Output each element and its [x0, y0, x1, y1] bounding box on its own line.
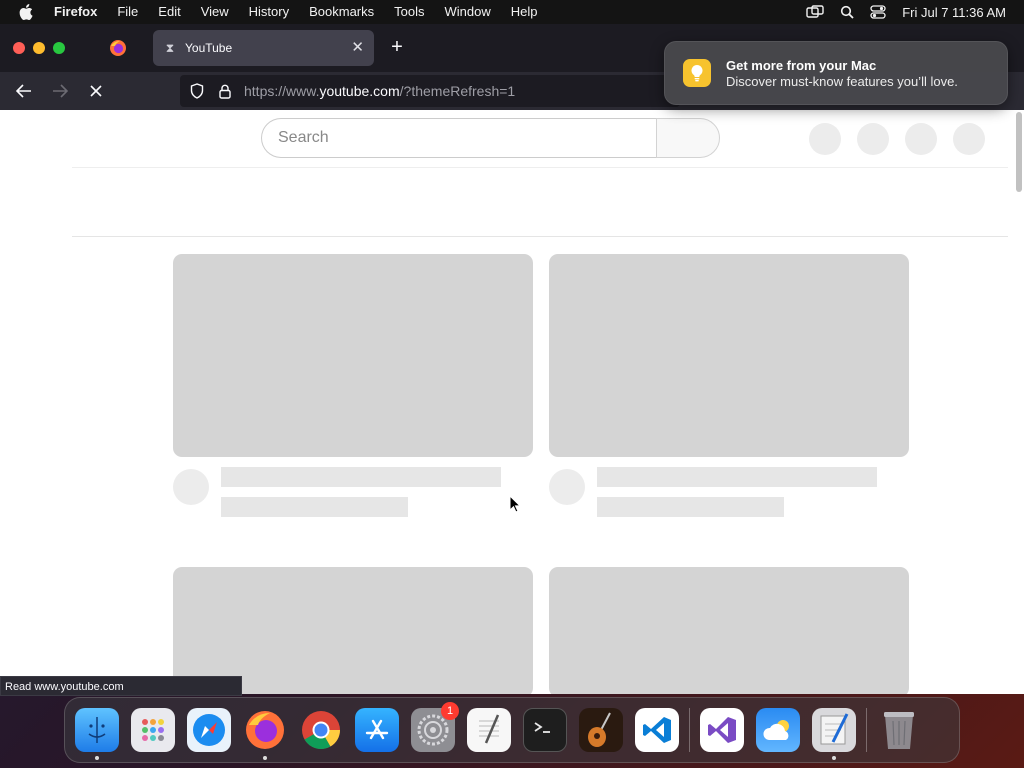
- url-prefix: https://www.: [244, 83, 320, 99]
- terminal-icon[interactable]: [523, 708, 567, 752]
- tracking-protection-shield-icon[interactable]: [188, 83, 206, 99]
- notification-badge: 1: [441, 702, 459, 720]
- dock-separator: [689, 708, 690, 752]
- visual-studio-icon[interactable]: [700, 708, 744, 752]
- tab-youtube[interactable]: ⧗ YouTube ✕: [153, 30, 374, 66]
- finder-icon[interactable]: [75, 708, 119, 760]
- close-tab-icon[interactable]: ✕: [351, 40, 364, 55]
- video-thumbnail-placeholder: [549, 254, 909, 457]
- firefox-icon: [110, 40, 126, 56]
- video-thumbnail-placeholder: [173, 567, 533, 694]
- video-meta-placeholder: [597, 497, 784, 517]
- menu-view[interactable]: View: [191, 0, 239, 24]
- firefox-view-button[interactable]: [95, 30, 141, 66]
- launchpad-icon[interactable]: [131, 708, 175, 752]
- menu-file[interactable]: File: [107, 0, 148, 24]
- browser-window: ⧗ YouTube ✕ + https://www. youtube.com/?t…: [0, 24, 1024, 694]
- lock-icon[interactable]: [216, 84, 234, 99]
- arrow-right-icon: [53, 84, 68, 98]
- video-thumbnail-placeholder: [173, 254, 533, 457]
- video-title-placeholder: [221, 467, 501, 487]
- maximize-window-button[interactable]: [53, 42, 65, 54]
- vscode-icon[interactable]: [635, 708, 679, 752]
- running-indicator: [95, 756, 99, 760]
- notification-title: Get more from your Mac: [726, 57, 877, 73]
- safari-icon[interactable]: [187, 708, 231, 752]
- status-bar-tooltip: Read www.youtube.com: [0, 676, 242, 696]
- spotlight-search-icon[interactable]: [840, 5, 854, 19]
- forward-button[interactable]: [42, 76, 78, 106]
- minimize-window-button[interactable]: [33, 42, 45, 54]
- menu-help[interactable]: Help: [501, 0, 548, 24]
- menu-history[interactable]: History: [239, 0, 299, 24]
- stop-x-icon: [90, 85, 102, 97]
- back-button[interactable]: [6, 76, 42, 106]
- youtube-masthead: Search: [72, 110, 1008, 168]
- running-indicator: [263, 756, 267, 760]
- window-controls: [13, 42, 65, 54]
- garageband-icon[interactable]: [579, 708, 623, 752]
- apple-icon[interactable]: [8, 4, 44, 20]
- menu-bookmarks[interactable]: Bookmarks: [299, 0, 384, 24]
- masthead-icon-placeholder: [857, 123, 889, 155]
- url-path: /?themeRefresh=1: [399, 83, 516, 99]
- masthead-icon-placeholder: [905, 123, 937, 155]
- channel-avatar-placeholder: [173, 469, 209, 505]
- chips-bar-placeholder: [72, 168, 1008, 237]
- dock: 1: [64, 697, 960, 763]
- video-meta-placeholder: [221, 497, 408, 517]
- masthead-icon-placeholder: [809, 123, 841, 155]
- page-scrollbar[interactable]: [1016, 112, 1022, 192]
- channel-avatar-placeholder: [549, 469, 585, 505]
- menu-tools[interactable]: Tools: [384, 0, 434, 24]
- masthead-icon-placeholder: [953, 123, 985, 155]
- video-title-placeholder: [597, 467, 877, 487]
- dock-separator: [866, 708, 867, 752]
- tips-lightbulb-icon: [683, 59, 711, 87]
- menu-bar: Firefox File Edit View History Bookmarks…: [0, 0, 1024, 24]
- mouse-cursor-icon: [509, 494, 522, 518]
- app-store-icon[interactable]: [355, 708, 399, 752]
- script-editor-icon[interactable]: [812, 708, 856, 760]
- search-button[interactable]: [656, 118, 720, 158]
- notification-body: Discover must-know features you’ll love.: [726, 73, 958, 89]
- address-bar[interactable]: https://www. youtube.com/?themeRefresh=1: [180, 75, 680, 107]
- menu-window[interactable]: Window: [435, 0, 501, 24]
- weather-icon[interactable]: [756, 708, 800, 752]
- textedit-icon[interactable]: [467, 708, 511, 752]
- menu-app-name[interactable]: Firefox: [44, 0, 107, 24]
- arrow-left-icon: [16, 84, 31, 98]
- chrome-icon[interactable]: [299, 708, 343, 752]
- control-center-icon[interactable]: [870, 5, 886, 19]
- screen-mirroring-icon[interactable]: [806, 5, 824, 19]
- menu-clock[interactable]: Fri Jul 7 11:36 AM: [902, 5, 1006, 20]
- notification-banner[interactable]: Get more from your Mac Discover must-kno…: [664, 41, 1008, 105]
- menu-edit[interactable]: Edit: [148, 0, 190, 24]
- loading-hourglass-icon: ⧗: [165, 41, 175, 55]
- search-input[interactable]: Search: [261, 118, 657, 158]
- stop-loading-button[interactable]: [78, 76, 114, 106]
- firefox-icon[interactable]: [243, 708, 287, 760]
- tab-title: YouTube: [185, 41, 233, 55]
- video-thumbnail-placeholder: [549, 567, 909, 694]
- close-window-button[interactable]: [13, 42, 25, 54]
- search-placeholder: Search: [278, 129, 329, 146]
- url-domain: youtube.com: [319, 83, 400, 99]
- system-settings-icon[interactable]: 1: [411, 702, 459, 752]
- new-tab-button[interactable]: +: [386, 36, 408, 58]
- trash-icon[interactable]: [877, 708, 921, 752]
- running-indicator: [832, 756, 836, 760]
- page-content: Search: [0, 110, 1024, 694]
